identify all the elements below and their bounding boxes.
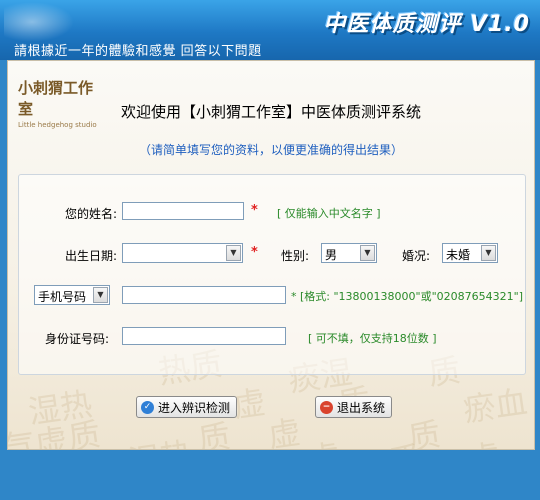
exit-button[interactable]: − 退出系统 bbox=[315, 396, 393, 418]
marital-value: 未婚 bbox=[446, 248, 471, 262]
app-title: 中医体质测评 V1.0 bbox=[323, 12, 530, 37]
watermark-word: 瘀血 bbox=[460, 382, 530, 430]
watermark-word: 湿热 bbox=[125, 429, 195, 449]
id-label: 身份证号码: bbox=[45, 332, 110, 346]
watermark-word: 虚 bbox=[305, 431, 343, 449]
main-panel: 热质 痰湿 质 湿热 虚 质 瘀血 质 虚 气虚 湿热 质 质 虚 质 虚 小刺… bbox=[7, 60, 535, 450]
chevron-down-icon[interactable]: ▼ bbox=[226, 245, 241, 261]
name-required-mark: * bbox=[251, 203, 258, 218]
exit-icon: − bbox=[320, 400, 333, 414]
hint-text: （请简单填写您的资料，以便更准确的得出结果） bbox=[138, 143, 403, 157]
id-note: [ 可不填，仅支持18位数 ] bbox=[308, 332, 437, 345]
name-note: [ 仅能输入中文名字 ] bbox=[277, 207, 381, 220]
exit-label: 退出系统 bbox=[337, 400, 386, 415]
watermark-word: 质 bbox=[65, 414, 103, 450]
phone-note: * [格式: "13800138000"或"02087654321"] bbox=[291, 290, 523, 303]
name-label: 您的姓名: bbox=[65, 207, 118, 221]
name-input[interactable] bbox=[122, 202, 244, 220]
chevron-down-icon[interactable]: ▼ bbox=[481, 245, 496, 261]
phone-input[interactable] bbox=[122, 286, 286, 304]
marital-select[interactable]: 未婚 ▼ bbox=[442, 243, 498, 263]
watermark-word: 气虚 bbox=[7, 420, 70, 450]
start-detection-button[interactable]: ✓ 进入辨识检测 bbox=[136, 396, 238, 418]
studio-stamp-english: Little hedgehog studio bbox=[18, 121, 97, 129]
watermark-word: 虚 bbox=[265, 412, 303, 450]
gender-select[interactable]: 男 ▼ bbox=[321, 243, 377, 263]
welcome-text: 欢迎使用【小刺猬工作室】中医体质测评系统 bbox=[120, 103, 421, 121]
contact-type-select[interactable]: 手机号码 ▼ bbox=[34, 285, 110, 305]
chevron-down-icon[interactable]: ▼ bbox=[360, 245, 375, 261]
marital-label: 婚况: bbox=[402, 249, 431, 263]
birth-date-select[interactable]: ▼ bbox=[122, 243, 243, 263]
logo-graphic bbox=[4, 2, 74, 42]
birth-label: 出生日期: bbox=[65, 249, 118, 263]
id-number-input[interactable] bbox=[122, 327, 286, 345]
start-detection-label: 进入辨识检测 bbox=[158, 400, 231, 415]
check-icon: ✓ bbox=[141, 400, 154, 414]
gender-value: 男 bbox=[325, 248, 338, 262]
subtitle: 請根據近一年的體驗和感覺 回答以下問題 bbox=[14, 44, 262, 59]
birth-required-mark: * bbox=[251, 245, 258, 260]
watermark-word: 虚 bbox=[465, 431, 503, 449]
user-info-form: 您的姓名: * [ 仅能输入中文名字 ] 出生日期: ▼ * 性别: 男 ▼ 婚… bbox=[18, 174, 526, 375]
gender-label: 性别: bbox=[281, 249, 310, 263]
chevron-down-icon[interactable]: ▼ bbox=[93, 287, 108, 303]
header-banner: 中医体质测评 V1.0 請根據近一年的體驗和感覺 回答以下問題 bbox=[0, 0, 540, 60]
app-window: 中医体质测评 V1.0 請根據近一年的體驗和感覺 回答以下問題 热质 痰湿 质 … bbox=[0, 0, 540, 500]
contact-type-value: 手机号码 bbox=[38, 290, 87, 304]
